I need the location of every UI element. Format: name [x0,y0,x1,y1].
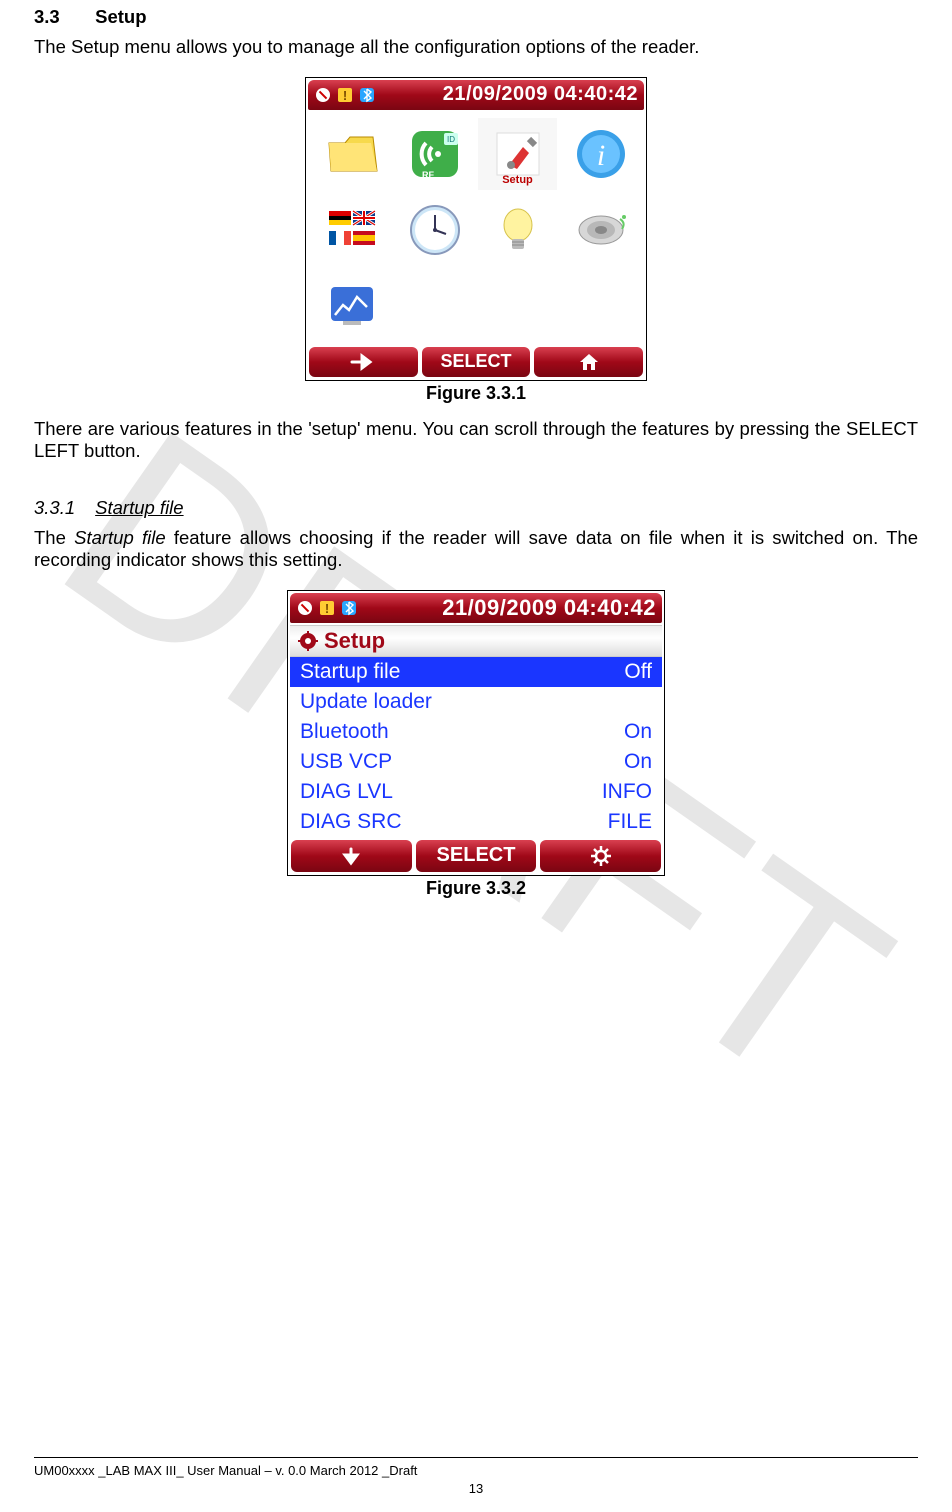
row-label: Bluetooth [300,720,389,744]
section-heading: 3.3 Setup [34,6,918,28]
row-value: On [624,750,652,774]
status-warning-icon: ! [318,599,336,617]
section-title: Setup [95,6,146,27]
subsection-title: Startup file [95,497,183,518]
setup-icon-grid: ID RF Setup i [306,112,646,344]
subsection-number: 3.3.1 [34,497,90,519]
paragraph-after-fig1: There are various features in the 'setup… [34,418,918,463]
empty-cell [395,270,474,342]
home-button[interactable] [534,347,643,377]
status-bluetooth-icon [340,599,358,617]
section-number: 3.3 [34,6,90,28]
setup-icon-label: Setup [502,174,533,186]
figure2-caption: Figure 3.3.2 [34,878,918,899]
page-number: 13 [0,1481,952,1496]
empty-cell [561,270,640,342]
footer-text: UM00xxxx _LAB MAX III_ User Manual – v. … [34,1463,417,1478]
section-intro: The Setup menu allows you to manage all … [34,36,918,59]
status-warning-icon: ! [336,86,354,104]
svg-text:!: ! [325,601,329,616]
lightbulb-icon[interactable] [478,194,557,266]
settings-button[interactable] [540,840,661,872]
menu-row-diag-lvl[interactable]: DIAG LVL INFO [290,777,662,807]
menu-row-diag-src[interactable]: DIAG SRC FILE [290,807,662,837]
subsection-heading: 3.3.1 Startup file [34,497,918,519]
down-button[interactable] [291,840,412,872]
row-label: DIAG SRC [300,810,402,834]
status-bar: ! 21/09/2009 04:40:42 [290,593,662,623]
figure-setup-grid: ! 21/09/2009 04:40:42 ID RF Setup [305,77,647,381]
menu-row-bluetooth[interactable]: Bluetooth On [290,717,662,747]
status-disconnect-icon [314,86,332,104]
status-bar: ! 21/09/2009 04:40:42 [308,80,644,110]
menu-row-usb-vcp[interactable]: USB VCP On [290,747,662,777]
chart-icon[interactable] [312,270,391,342]
folder-icon[interactable] [312,118,391,190]
row-label: Startup file [300,660,400,684]
text-frag: The [34,527,74,548]
setup-title-row: Setup [290,625,662,657]
row-value: On [624,720,652,744]
row-value: Off [624,660,652,684]
setup-title-text: Setup [324,628,385,654]
language-icon[interactable] [312,194,391,266]
empty-cell [478,270,557,342]
status-bluetooth-icon [358,86,376,104]
menu-list: Startup file Off Update loader Bluetooth… [290,657,662,837]
svg-text:RF: RF [422,170,434,180]
subsection-text: The Startup file feature allows choosing… [34,527,918,572]
status-datetime: 21/09/2009 04:40:42 [443,83,638,106]
menu-row-update-loader[interactable]: Update loader [290,687,662,717]
clock-icon[interactable] [395,194,474,266]
status-disconnect-icon [296,599,314,617]
svg-text:ID: ID [447,135,455,144]
setup-icon[interactable]: Setup [478,118,557,190]
row-label: DIAG LVL [300,780,393,804]
select-button[interactable]: SELECT [422,347,531,377]
button-bar: SELECT [288,837,664,875]
rfid-icon[interactable]: ID RF [395,118,474,190]
button-bar: SELECT [306,344,646,380]
left-button[interactable] [309,347,418,377]
figure1-caption: Figure 3.3.1 [34,383,918,404]
text-frag-em: Startup file [74,527,166,548]
speaker-icon[interactable] [561,194,640,266]
svg-text:i: i [596,139,604,172]
row-label: Update loader [300,690,432,714]
row-value: INFO [602,780,652,804]
menu-row-startup-file[interactable]: Startup file Off [290,657,662,687]
footer-rule [34,1457,918,1458]
figure-setup-list: ! 21/09/2009 04:40:42 Setup Startup file [287,590,665,876]
row-label: USB VCP [300,750,392,774]
row-value: FILE [608,810,652,834]
info-icon[interactable]: i [561,118,640,190]
text-frag: feature allows choosing if the reader wi… [34,527,918,571]
svg-text:!: ! [343,88,347,103]
status-datetime: 21/09/2009 04:40:42 [442,595,656,621]
select-button[interactable]: SELECT [416,840,537,872]
gear-icon [298,631,318,651]
